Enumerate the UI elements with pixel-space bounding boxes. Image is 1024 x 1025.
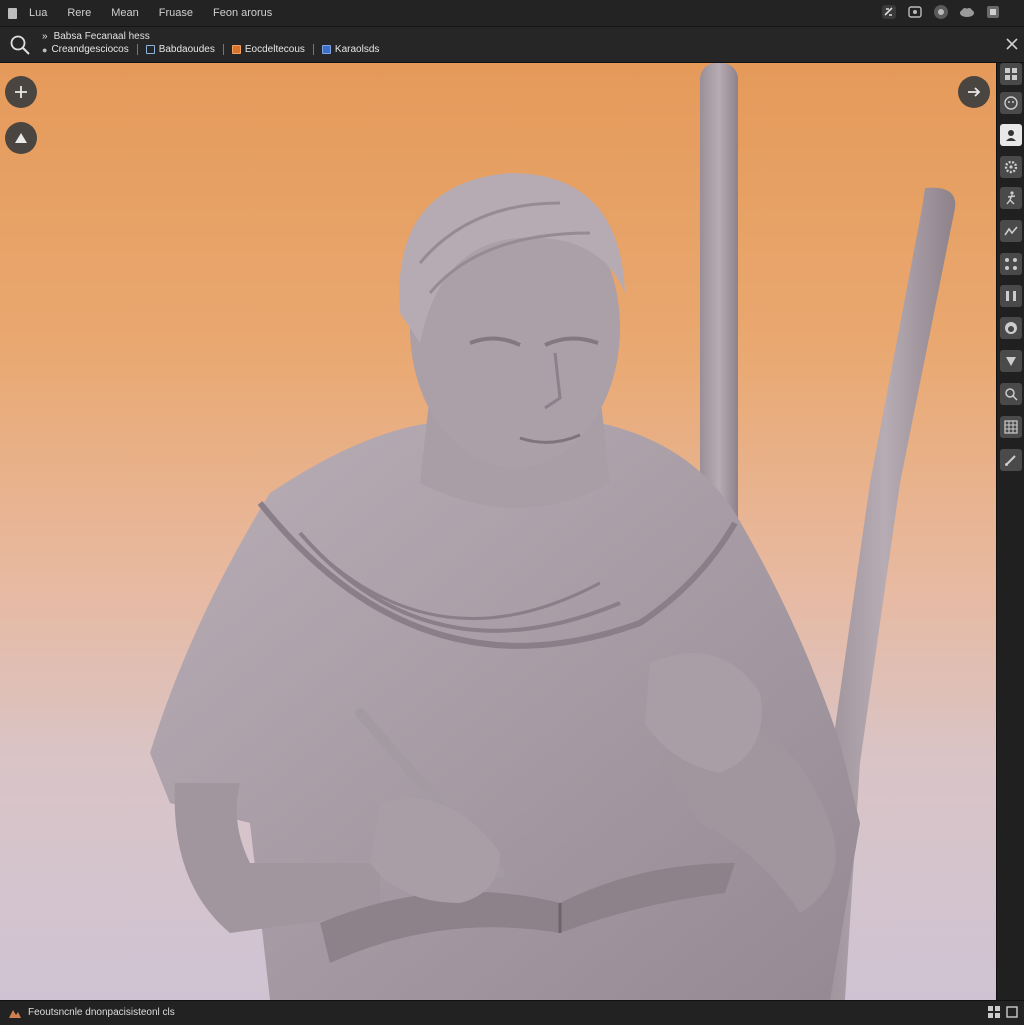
window-tools xyxy=(880,3,1002,21)
cloud-icon[interactable] xyxy=(958,3,976,21)
camera-icon[interactable] xyxy=(906,3,924,21)
orange-square-icon xyxy=(231,45,241,54)
grid-icon xyxy=(1005,68,1017,80)
app-icon[interactable] xyxy=(8,7,17,19)
divider xyxy=(312,44,314,55)
menu-item-mean[interactable]: Mean xyxy=(111,7,139,19)
status-bar: Feoutsncnle dnonpacisisteonl cls xyxy=(0,1000,1024,1025)
search-icon[interactable] xyxy=(9,34,31,56)
status-text: Feoutsncnle dnonpacisisteonl cls xyxy=(28,1007,175,1018)
menu-bar: Lua Rere Mean Fruase Feon arorus xyxy=(0,0,1024,27)
face-tool[interactable] xyxy=(1000,92,1022,114)
gear-icon xyxy=(1004,160,1018,174)
menu-item-fruase[interactable]: Fruase xyxy=(159,7,193,19)
search-tool[interactable] xyxy=(1000,383,1022,405)
toolbar: » Babsa Fecanaal hess ● Creandgesciocos B… xyxy=(0,27,1024,63)
triangle-down-icon xyxy=(1006,357,1016,366)
menu-item-lua[interactable]: Lua xyxy=(29,7,47,19)
grid-tool[interactable] xyxy=(1000,63,1022,85)
table-tool[interactable] xyxy=(1000,416,1022,438)
tab-strip: ● Creandgesciocos Babdaoudes Eocdeltecou… xyxy=(42,44,387,55)
head-tool[interactable] xyxy=(1000,317,1022,339)
divider xyxy=(136,44,138,55)
breadcrumb-text: Babsa Fecanaal hess xyxy=(53,31,150,42)
gear-tool[interactable] xyxy=(1000,156,1022,178)
chevron-right-icon: » xyxy=(42,31,48,42)
arrow-right-icon xyxy=(968,87,981,97)
tab-label: Eocdeltecous xyxy=(244,44,305,55)
triangle-tool[interactable] xyxy=(1000,350,1022,372)
tab-3[interactable]: Karaolsds xyxy=(312,44,380,55)
sphere-icon[interactable] xyxy=(932,3,950,21)
tab-label: Karaolsds xyxy=(334,44,380,55)
wave-icon xyxy=(1004,226,1018,236)
sculpt-render xyxy=(150,63,956,1000)
checkbox-icon xyxy=(145,45,155,54)
link-icon[interactable] xyxy=(880,3,898,21)
dot-icon: ● xyxy=(42,44,48,55)
mountain-icon xyxy=(15,133,27,143)
columns-tool[interactable] xyxy=(1000,285,1022,307)
tool-strip xyxy=(996,63,1024,1000)
nodes-tool[interactable] xyxy=(1000,253,1022,275)
head-icon xyxy=(1005,322,1017,334)
brush-tool[interactable] xyxy=(1000,449,1022,471)
mountain-icon xyxy=(8,1007,22,1019)
portrait-icon xyxy=(1006,130,1016,141)
tab-0[interactable]: ● Creandgesciocos xyxy=(42,44,129,55)
face-icon xyxy=(1004,96,1018,110)
grid-icon[interactable] xyxy=(988,1006,1000,1018)
breadcrumb: » Babsa Fecanaal hess xyxy=(42,31,150,42)
3d-viewport[interactable] xyxy=(0,63,996,1000)
tab-label: Creandgesciocos xyxy=(51,44,129,55)
columns-icon xyxy=(1006,291,1016,301)
brush-icon xyxy=(1005,455,1016,466)
table-icon xyxy=(1004,420,1018,434)
wave-tool[interactable] xyxy=(1000,220,1022,242)
next-button[interactable] xyxy=(958,76,990,108)
plus-icon xyxy=(15,86,27,98)
nodes-icon xyxy=(1005,258,1017,270)
tab-label: Babdaoudes xyxy=(158,44,215,55)
frame-icon[interactable] xyxy=(1006,1006,1018,1018)
add-button[interactable] xyxy=(5,76,37,108)
tab-2[interactable]: Eocdeltecous xyxy=(222,44,305,55)
mountain-button[interactable] xyxy=(5,122,37,154)
figure-tool[interactable] xyxy=(1000,187,1022,209)
search-icon xyxy=(1005,388,1018,401)
layers-icon[interactable] xyxy=(984,3,1002,21)
menu-item-feon-arorus[interactable]: Feon arorus xyxy=(213,7,272,19)
close-icon[interactable] xyxy=(1004,36,1020,52)
blue-square-icon xyxy=(321,45,331,54)
menu-item-rere[interactable]: Rere xyxy=(67,7,91,19)
figure-icon xyxy=(1006,191,1016,205)
divider xyxy=(222,44,224,55)
tab-1[interactable]: Babdaoudes xyxy=(136,44,215,55)
portrait-tool[interactable] xyxy=(1000,124,1022,146)
